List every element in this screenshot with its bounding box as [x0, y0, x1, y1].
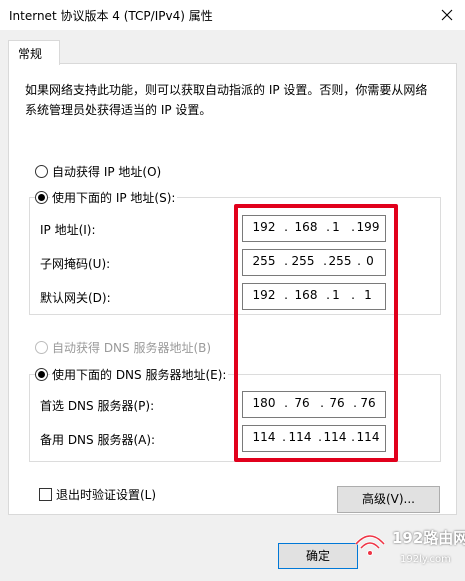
advanced-button-label: 高级(V)... [361, 492, 416, 506]
watermark-logo: 192路由网 192ly.com [350, 520, 465, 575]
tab-general-label: 常规 [18, 47, 43, 61]
radio-auto-ip-label[interactable]: 自动获得 IP 地址(O) [52, 163, 161, 180]
validate-checkbox-label[interactable]: 退出时验证设置(L) [56, 486, 156, 503]
highlight-frame [234, 204, 398, 462]
preferred-dns-label: 首选 DNS 服务器(P): [40, 399, 155, 413]
radio-manual-ip[interactable] [35, 191, 48, 204]
radio-manual-dns-label[interactable]: 使用下面的 DNS 服务器地址(E): [50, 366, 229, 383]
ok-button-label: 确定 [305, 549, 330, 563]
radio-auto-ip[interactable] [35, 165, 48, 178]
ip-address-label: IP 地址(I): [40, 223, 96, 237]
watermark-text: 192路由网 [392, 529, 465, 547]
title-bar: Internet 协议版本 4 (TCP/IPv4) 属性 [0, 0, 465, 30]
close-button[interactable] [428, 0, 465, 30]
ok-button[interactable]: 确定 [278, 543, 358, 569]
alternate-dns-label: 备用 DNS 服务器(A): [40, 433, 156, 447]
close-icon [441, 9, 453, 21]
advanced-button[interactable]: 高级(V)... [337, 486, 440, 513]
description-text: 如果网络支持此功能，则可以获取自动指派的 IP 设置。否则，你需要从网络系统管理… [25, 83, 428, 117]
radio-manual-ip-label[interactable]: 使用下面的 IP 地址(S): [50, 189, 178, 206]
radio-auto-dns[interactable] [35, 341, 48, 354]
subnet-mask-label: 子网掩码(U): [40, 257, 111, 271]
window-title: Internet 协议版本 4 (TCP/IPv4) 属性 [9, 9, 213, 23]
default-gateway-label: 默认网关(D): [40, 291, 111, 305]
validate-checkbox[interactable] [39, 488, 52, 501]
radio-auto-dns-label[interactable]: 自动获得 DNS 服务器地址(B) [52, 339, 211, 356]
radio-manual-dns[interactable] [35, 368, 48, 381]
watermark-subtext: 192ly.com [400, 554, 451, 565]
tab-general[interactable]: 常规 [8, 40, 60, 65]
